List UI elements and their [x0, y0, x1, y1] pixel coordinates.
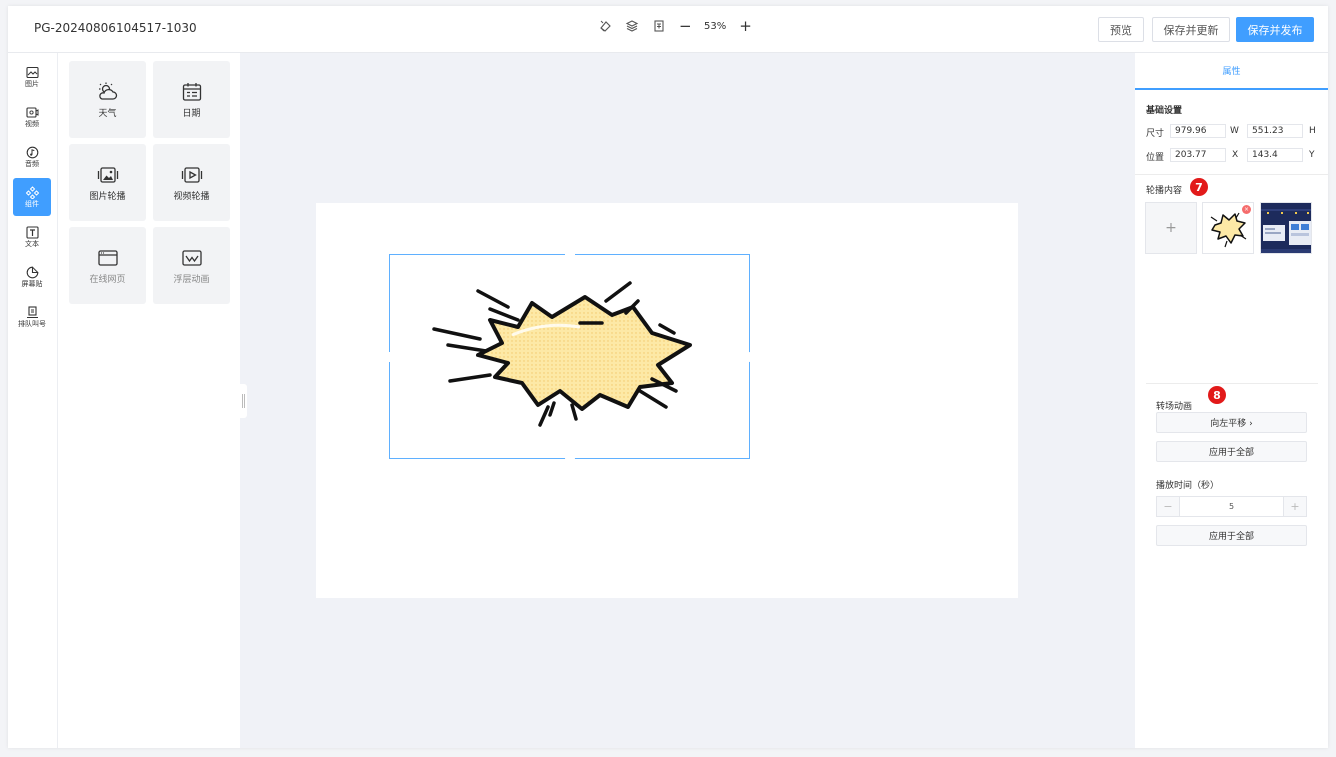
editor-app: PG-20240806104517-1030 − 53% + 预览 保存并更新 …	[8, 6, 1328, 748]
sidebar-item-component[interactable]: 组件	[13, 178, 51, 216]
tab-properties[interactable]: 属性	[1135, 53, 1328, 90]
zoom-in-button[interactable]: +	[739, 19, 752, 34]
size-label: 尺寸	[1146, 129, 1165, 139]
image-carousel-icon	[97, 166, 118, 183]
remove-item-icon[interactable]: ×	[1242, 205, 1251, 214]
section-divider	[1146, 383, 1318, 384]
callout-badge-7: 7	[1190, 178, 1208, 196]
component-label: 天气	[98, 108, 117, 119]
queue-icon	[26, 306, 38, 318]
height-axis-label: H	[1309, 126, 1316, 136]
section-divider	[1135, 174, 1328, 175]
x-input[interactable]: 203.77	[1170, 148, 1226, 162]
sidebar-item-label: 音频	[25, 160, 39, 168]
plus-icon: +	[1165, 220, 1177, 236]
selected-carousel-element[interactable]	[387, 252, 751, 460]
callout-badge-8: 8	[1208, 386, 1226, 404]
component-date[interactable]: 日期	[153, 61, 230, 138]
zoom-out-button[interactable]: −	[679, 19, 692, 34]
eraser-icon[interactable]	[598, 19, 612, 33]
component-label: 视频轮播	[173, 191, 210, 202]
video-carousel-icon	[181, 166, 202, 183]
dashboard-thumbnail-icon	[1261, 203, 1311, 253]
component-float-animation[interactable]: 浮层动画	[153, 227, 230, 304]
canvas-area	[240, 53, 1135, 748]
width-input[interactable]: 979.96	[1170, 124, 1226, 138]
transition-select[interactable]: 向左平移 ›	[1156, 412, 1307, 433]
sidebar-item-image[interactable]: 图片	[13, 58, 51, 96]
sidebar-item-label: 文本	[25, 240, 39, 248]
width-axis-label: W	[1230, 126, 1239, 136]
sidebar-item-sticker[interactable]: 屏幕贴	[13, 258, 51, 296]
component-weather[interactable]: 天气	[69, 61, 146, 138]
component-icon	[25, 186, 39, 199]
layers-icon[interactable]	[625, 19, 639, 33]
sticker-icon	[26, 266, 38, 279]
sidebar-item-text[interactable]: 文本	[13, 218, 51, 256]
top-toolbar: PG-20240806104517-1030 − 53% + 预览 保存并更新 …	[8, 6, 1328, 53]
duration-label: 播放时间（秒）	[1156, 481, 1220, 491]
sidebar-item-label: 排队叫号	[18, 320, 46, 328]
webpage-icon	[97, 249, 118, 266]
height-input[interactable]: 551.23	[1247, 124, 1303, 138]
preview-button[interactable]: 预览	[1098, 17, 1144, 42]
y-axis-label: Y	[1309, 150, 1315, 160]
page-settings-icon[interactable]	[652, 19, 666, 33]
float-animation-icon	[181, 249, 202, 266]
carousel-content-title: 轮播内容	[1146, 186, 1183, 196]
calendar-icon	[182, 82, 201, 101]
project-title: PG-20240806104517-1030	[34, 21, 197, 35]
sidebar-item-queue[interactable]: 排队叫号	[13, 298, 51, 336]
resize-handle-top[interactable]	[565, 252, 575, 257]
save-publish-button[interactable]: 保存并发布	[1236, 17, 1314, 42]
properties-panel: 属性 基础设置 尺寸 979.96 W 551.23 H 位置 203.77 X…	[1135, 53, 1328, 748]
canvas-stage[interactable]	[316, 203, 1018, 598]
x-axis-label: X	[1232, 150, 1239, 160]
transition-title: 转场动画	[1156, 402, 1193, 412]
duration-stepper: − 5 +	[1156, 496, 1307, 517]
duration-input[interactable]: 5	[1179, 497, 1284, 516]
sidebar-item-label: 视频	[25, 120, 39, 128]
comic-burst-image	[432, 281, 692, 427]
apply-all-duration-button[interactable]: 应用于全部	[1156, 525, 1307, 546]
component-label: 在线网页	[89, 274, 126, 285]
sidebar-item-label: 图片	[25, 80, 39, 88]
duration-decrement-button[interactable]: −	[1157, 497, 1179, 516]
component-webpage[interactable]: 在线网页	[69, 227, 146, 304]
add-carousel-item-button[interactable]: +	[1145, 202, 1197, 254]
category-sidebar: 图片 视频 音频 组件 文本 屏幕贴 排队叫号	[8, 53, 58, 748]
duration-increment-button[interactable]: +	[1284, 497, 1306, 516]
canvas-tools: − 53% +	[598, 19, 752, 34]
panel-collapse-handle[interactable]	[240, 384, 247, 418]
sidebar-item-label: 屏幕贴	[21, 280, 43, 288]
sidebar-item-audio[interactable]: 音频	[13, 138, 51, 176]
resize-handle-left[interactable]	[387, 352, 392, 362]
component-label: 图片轮播	[89, 191, 126, 202]
weather-icon	[98, 82, 117, 100]
carousel-thumbnail-dashboard[interactable]	[1260, 202, 1312, 254]
resize-handle-right[interactable]	[746, 352, 751, 362]
position-label: 位置	[1146, 153, 1165, 163]
component-label: 日期	[182, 108, 201, 119]
apply-all-transition-button[interactable]: 应用于全部	[1156, 441, 1307, 462]
sidebar-item-label: 组件	[25, 200, 39, 208]
basic-settings-title: 基础设置	[1146, 106, 1183, 116]
audio-icon	[26, 146, 38, 159]
component-label: 浮层动画	[173, 274, 210, 285]
sidebar-item-video[interactable]: 视频	[13, 98, 51, 136]
text-icon	[25, 226, 39, 239]
component-panel: 天气 日期 图片轮播 视频轮播 在线网页 浮层动画	[58, 53, 240, 748]
video-icon	[25, 107, 38, 118]
zoom-level: 53%	[704, 20, 727, 32]
carousel-thumbnail-burst[interactable]: ×	[1202, 202, 1254, 254]
y-input[interactable]: 143.4	[1247, 148, 1303, 162]
component-image-carousel[interactable]: 图片轮播	[69, 144, 146, 221]
resize-handle-bottom[interactable]	[565, 455, 575, 460]
component-video-carousel[interactable]: 视频轮播	[153, 144, 230, 221]
save-update-button[interactable]: 保存并更新	[1152, 17, 1230, 42]
image-icon	[25, 66, 39, 79]
